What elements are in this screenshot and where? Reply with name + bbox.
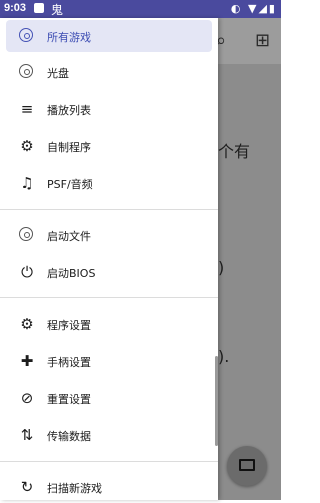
drawer-divider xyxy=(0,209,218,210)
drawer-item-label: 光盘 xyxy=(47,67,69,80)
drawer-item-label: 启动BIOS xyxy=(47,267,96,280)
drawer-item-disc[interactable]: 光盘 xyxy=(6,56,212,88)
notification-icon xyxy=(34,3,44,13)
background-text: ). xyxy=(218,347,230,366)
grid-view-icon[interactable]: ⊞ xyxy=(255,30,270,51)
system-status-icons: ◐ ▼◢▮ xyxy=(230,2,277,15)
music-library-icon: ♫ xyxy=(20,174,34,192)
drawer-item-label: 传输数据 xyxy=(47,430,91,443)
drawer-item-all-games[interactable]: 所有游戏 xyxy=(6,20,212,52)
drawer-item-label: 程序设置 xyxy=(47,319,91,332)
layers-clear-icon: ⊘ xyxy=(20,389,34,407)
drawer-item-label: 启动文件 xyxy=(47,230,91,243)
drawer-item-controller-settings[interactable]: ✚ 手柄设置 xyxy=(6,345,212,377)
drawer-divider xyxy=(0,461,218,462)
disc-icon xyxy=(19,64,35,80)
power-icon: ⏻ xyxy=(21,263,33,281)
app-notification-icon: 鬼 xyxy=(51,3,64,17)
drawer-item-boot-file[interactable]: 启动文件 xyxy=(6,219,212,251)
drawer-item-transfer-data[interactable]: ⇅ 传输数据 xyxy=(6,419,212,451)
disc-icon xyxy=(19,227,35,243)
gear-icon: ⚙ xyxy=(20,315,34,333)
drawer-item-label: 手柄设置 xyxy=(47,356,91,369)
drawer-divider xyxy=(0,297,218,298)
drawer-item-label: 扫描新游戏 xyxy=(47,482,102,495)
background-text: 个有 xyxy=(218,142,251,161)
disc-icon xyxy=(19,28,35,44)
drawer-item-label: 自制程序 xyxy=(47,141,91,154)
drawer-item-playlist[interactable]: ≡ 播放列表 xyxy=(6,93,212,125)
drawer-item-label: 重置设置 xyxy=(47,393,91,406)
status-time: 9:03 xyxy=(4,2,27,14)
navigation-drawer: 所有游戏 光盘 ≡ 播放列表 ⚙ 自制程序 ♫ PSF/音频 启动文件 ⏻ 启动… xyxy=(0,18,218,500)
drawer-item-boot-bios[interactable]: ⏻ 启动BIOS xyxy=(6,256,212,288)
drawer-scrollbar[interactable] xyxy=(215,356,218,446)
background-text: ) xyxy=(218,258,225,277)
folder-icon xyxy=(239,459,255,471)
playlist-icon: ≡ xyxy=(20,100,34,118)
status-bar: 9:03 鬼 ◐ ▼◢▮ xyxy=(0,0,281,18)
gamepad-icon: ✚ xyxy=(20,352,34,370)
drawer-item-label: 播放列表 xyxy=(47,104,91,117)
transfer-icon: ⇅ xyxy=(20,426,34,444)
drawer-item-label: 所有游戏 xyxy=(47,31,91,44)
refresh-icon: ↻ xyxy=(20,478,34,496)
drawer-item-homebrew[interactable]: ⚙ 自制程序 xyxy=(6,130,212,162)
drawer-item-label: PSF/音频 xyxy=(47,178,93,191)
drawer-item-app-settings[interactable]: ⚙ 程序设置 xyxy=(6,308,212,340)
drawer-item-psf-audio[interactable]: ♫ PSF/音频 xyxy=(6,167,212,199)
open-folder-button[interactable] xyxy=(227,446,267,486)
drawer-item-scan-new-games[interactable]: ↻ 扫描新游戏 xyxy=(6,471,212,503)
drawer-item-reset-settings[interactable]: ⊘ 重置设置 xyxy=(6,382,212,414)
gear-icon: ⚙ xyxy=(20,137,34,155)
